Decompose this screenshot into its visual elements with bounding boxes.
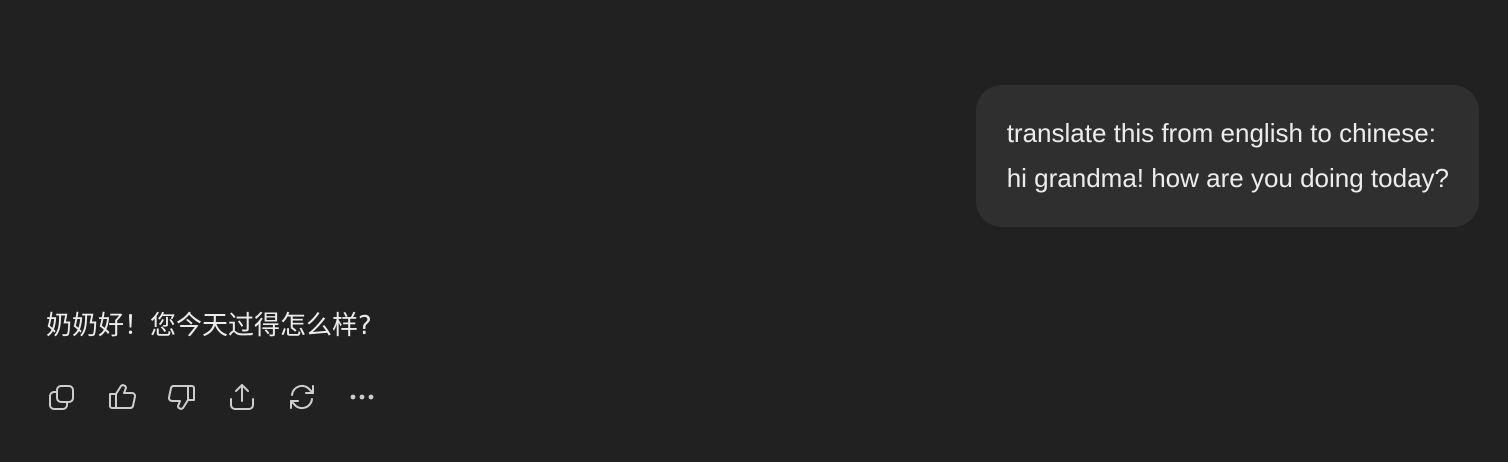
assistant-message-text: 奶奶好！您今天过得怎么样?: [46, 311, 372, 341]
copy-icon: [49, 385, 74, 410]
share-icon: [230, 384, 254, 410]
more-icon: [350, 394, 374, 400]
user-message-line: translate this from english to chinese:: [1006, 118, 1436, 148]
refresh-icon: [290, 384, 314, 410]
thumbs-up-button[interactable]: [104, 374, 140, 420]
user-message-line: hi grandma! how are you doing today?: [1006, 163, 1449, 193]
thumbs-down-icon: [168, 385, 195, 410]
message-action-bar: [44, 374, 380, 420]
more-options-button[interactable]: [344, 374, 380, 420]
user-message-bubble: translate this from english to chinese: …: [975, 85, 1479, 227]
thumbs-up-icon: [109, 384, 136, 409]
regenerate-button[interactable]: [284, 374, 320, 420]
copy-button[interactable]: [44, 374, 80, 420]
share-button[interactable]: [224, 374, 260, 420]
chat-thread: translate this from english to chinese: …: [0, 0, 1508, 462]
thumbs-down-button[interactable]: [164, 374, 200, 420]
